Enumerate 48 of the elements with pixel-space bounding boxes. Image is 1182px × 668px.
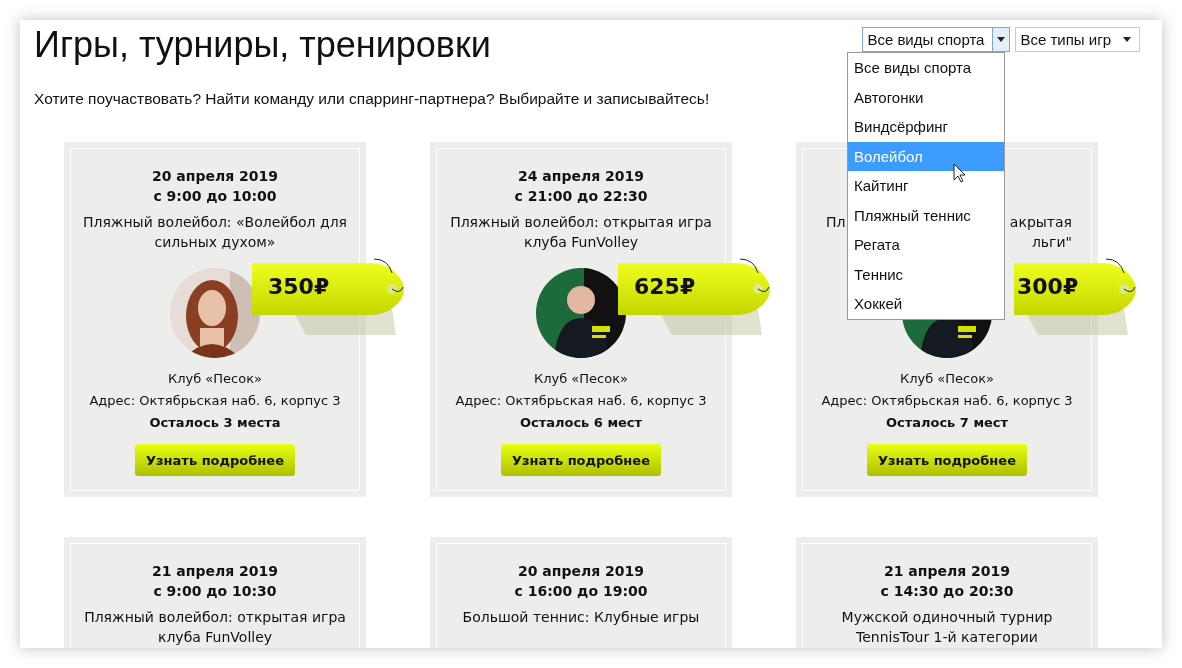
details-button[interactable]: Узнать подробнее bbox=[135, 444, 295, 476]
dropdown-option[interactable]: Кайтинг bbox=[848, 171, 1004, 201]
dropdown-option[interactable]: Виндсёрфинг bbox=[848, 112, 1004, 142]
places-left: Осталось 6 мест bbox=[519, 414, 643, 432]
intro-text: Хотите поучаствовать? Найти команду или спарринг-партнера? Выбирайте и записывайтесь! bbox=[34, 89, 710, 109]
price-text: 625₽ bbox=[634, 273, 696, 301]
event-date: 20 апреля 2019 bbox=[151, 167, 279, 186]
dropdown-option[interactable]: Теннис bbox=[848, 259, 1004, 289]
details-button[interactable]: Узнать подробнее bbox=[867, 444, 1027, 476]
event-time: с 21:00 до 22:30 bbox=[514, 187, 648, 206]
address-text: Адрес: Октябрьская наб. 6, корпус 3 bbox=[89, 392, 341, 410]
event-time: с 9:00 до 10:00 bbox=[153, 187, 277, 206]
dropdown-option[interactable]: Хоккей bbox=[848, 289, 1004, 319]
event-title: Пляжный волейбол: «Волейбол для сильных духом» bbox=[81, 213, 349, 252]
event-title: льги" bbox=[1031, 233, 1072, 252]
event-title: Пляжный волейбол: открытая игра клуба FunVolley bbox=[449, 213, 713, 252]
event-time: с 9:00 до 10:30 bbox=[153, 582, 277, 601]
club-name: Клуб «Песок» bbox=[900, 370, 994, 388]
caret-icon bbox=[997, 37, 1006, 42]
cursor-icon bbox=[953, 163, 967, 183]
select-field[interactable]: Все виды спорта bbox=[862, 27, 1011, 52]
select-field[interactable]: Все типы игр bbox=[1015, 27, 1140, 52]
club-name: Клуб «Песок» bbox=[168, 370, 262, 388]
caret-icon bbox=[1123, 37, 1131, 42]
event-date: 21 апреля 2019 bbox=[151, 562, 279, 581]
event-date: 24 апреля 2019 bbox=[517, 167, 645, 186]
places-left: Осталось 7 мест bbox=[885, 414, 1009, 432]
club-name: Клуб «Песок» bbox=[534, 370, 628, 388]
address-text: Адрес: Октябрьская наб. 6, корпус 3 bbox=[821, 392, 1073, 410]
event-title: Пл bbox=[826, 213, 846, 232]
event-title: акрытая bbox=[1009, 213, 1072, 232]
dropdown-option[interactable]: Регата bbox=[848, 230, 1004, 260]
event-title: Мужской одиночный турнир TennisTour 1-й категории bbox=[840, 608, 1054, 647]
places-left: Осталось 3 места bbox=[149, 414, 281, 432]
event-time: с 16:00 до 19:00 bbox=[514, 582, 648, 601]
dropdown-option[interactable]: Все виды спорта bbox=[848, 53, 1004, 83]
event-date: 21 апреля 2019 bbox=[883, 562, 1011, 581]
event-date: 20 апреля 2019 bbox=[517, 562, 645, 581]
dropdown-option[interactable]: Автогонки bbox=[848, 82, 1004, 112]
page-title: Игры, турниры, тренировки bbox=[34, 23, 491, 66]
event-title: Большой теннис: Клубные игры bbox=[461, 608, 701, 627]
price-text: 300₽ bbox=[1017, 273, 1079, 301]
address-text: Адрес: Октябрьская наб. 6, корпус 3 bbox=[455, 392, 707, 410]
dropdown-option[interactable]: Пляжный теннис bbox=[848, 200, 1004, 230]
details-button[interactable]: Узнать подробнее bbox=[501, 444, 661, 476]
price-text: 350₽ bbox=[268, 273, 330, 301]
event-title: Пляжный волейбол: открытая игра клуба FunVolley bbox=[83, 608, 347, 647]
event-time: с 14:30 до 20:30 bbox=[880, 582, 1014, 601]
